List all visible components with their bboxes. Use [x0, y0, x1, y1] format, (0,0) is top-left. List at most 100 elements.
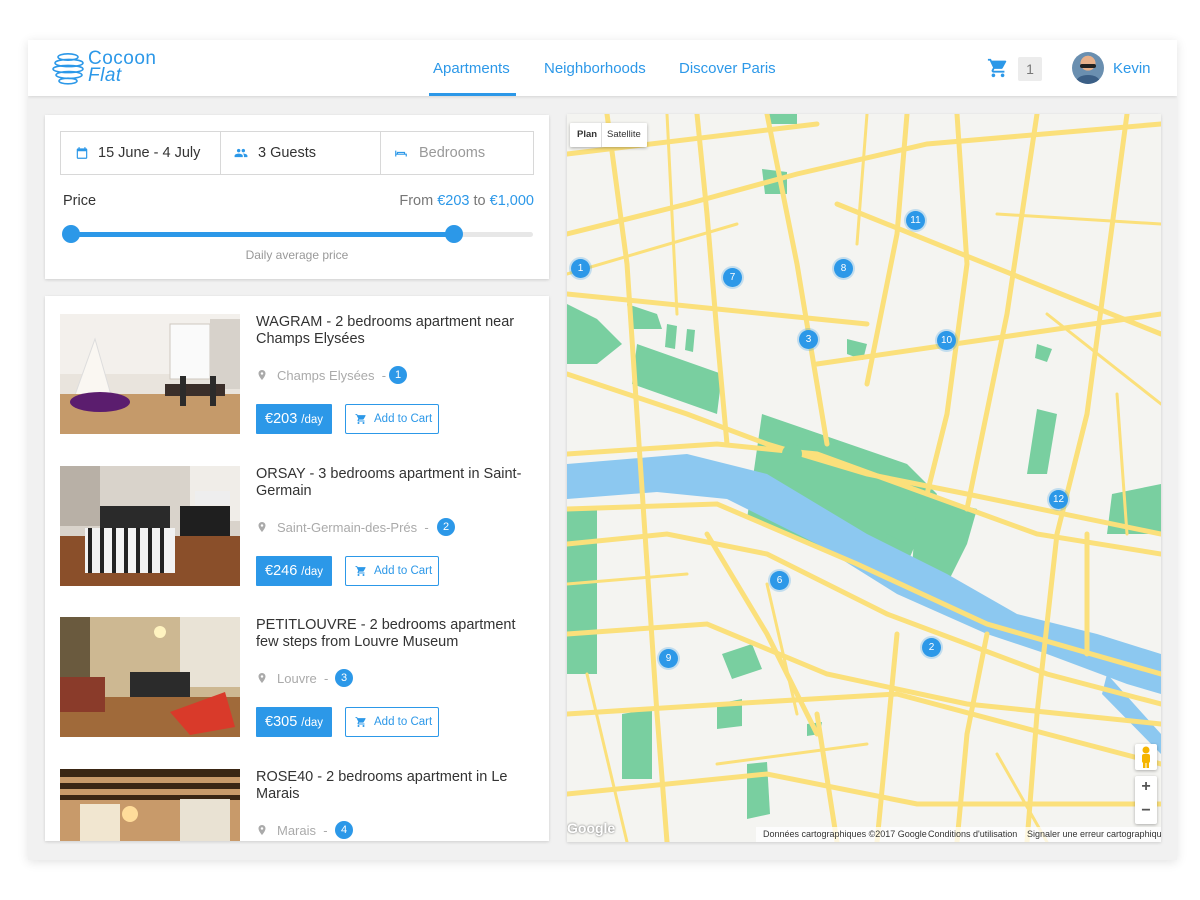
add-to-cart-label: Add to Cart	[374, 565, 433, 577]
map-marker-badge[interactable]: 2	[437, 518, 455, 536]
cart-icon	[355, 717, 366, 727]
price-unit: /day	[301, 414, 324, 426]
nav-neighborhoods[interactable]: Neighborhoods	[544, 40, 646, 96]
location-text: Saint-Germain-des-Prés	[277, 520, 418, 535]
location-pin-icon	[258, 522, 266, 532]
price-badge: €203 /day	[256, 404, 333, 434]
map-view[interactable]: Plan Satellite 1 2 3 6 7 8 9 10 11 12 + …	[567, 114, 1161, 842]
logo-line-2: Flat	[88, 65, 122, 86]
listing-title[interactable]: WAGRAM - 2 bedrooms apartment near Champ…	[256, 314, 540, 348]
map-marker-3[interactable]: 3	[799, 330, 818, 349]
map-type-plan[interactable]: Plan	[577, 123, 597, 147]
map-marker-12[interactable]: 12	[1049, 490, 1068, 509]
location-separator: -	[323, 823, 328, 838]
apartment-photo[interactable]	[60, 466, 240, 586]
price-value: €305	[265, 714, 298, 730]
cart-count-badge[interactable]: 1	[1018, 57, 1042, 81]
map-marker-9[interactable]: 9	[659, 649, 678, 668]
price-from-word: From	[399, 193, 434, 209]
add-to-cart-button[interactable]: Add to Cart	[345, 404, 439, 434]
zoom-in-button[interactable]: +	[1135, 778, 1157, 796]
list-item[interactable]: WAGRAM - 2 bedrooms apartment near Champ…	[60, 314, 540, 444]
location-separator: -	[381, 368, 387, 383]
location-name: Louvre -	[277, 671, 328, 686]
map-marker-1[interactable]: 1	[571, 259, 590, 278]
add-to-cart-label: Add to Cart	[374, 716, 433, 728]
street-view-pegman[interactable]	[1135, 744, 1157, 770]
slider-caption: Daily average price	[245, 248, 349, 262]
map-terms-link[interactable]: Conditions d'utilisation	[928, 829, 1017, 839]
list-item[interactable]: ROSE40 - 2 bedrooms apartment in Le Mara…	[60, 769, 540, 841]
map-marker-10[interactable]: 10	[937, 331, 956, 350]
cart-icon	[355, 414, 366, 424]
map-marker-badge[interactable]: 1	[389, 366, 407, 384]
price-max-value: €1,000	[489, 193, 534, 209]
nav-apartments[interactable]: Apartments	[429, 40, 516, 96]
zoom-controls: + −	[1135, 776, 1157, 824]
top-navbar: Cocoon Flat Apartments Neighborhoods Dis…	[28, 40, 1177, 96]
cart-icon	[355, 566, 366, 576]
price-unit: /day	[301, 566, 324, 578]
map-canvas[interactable]	[567, 114, 1161, 842]
map-marker-7[interactable]: 7	[723, 268, 742, 287]
apartment-photo[interactable]	[60, 617, 240, 737]
list-item[interactable]: PETITLOUVRE - 2 bedrooms apartment few s…	[60, 617, 540, 747]
price-range-text: From €203 to €1,000	[399, 193, 534, 209]
guests-field[interactable]: 3 Guests	[258, 132, 316, 174]
pegman-icon	[1142, 746, 1150, 768]
filter-divider	[380, 132, 381, 174]
location-pin-icon	[258, 825, 266, 835]
map-marker-8[interactable]: 8	[834, 259, 853, 278]
map-type-satellite[interactable]: Satellite	[607, 123, 641, 147]
map-marker-badge[interactable]: 4	[335, 821, 353, 839]
location-name: Saint-Germain-des-Prés -	[277, 520, 429, 535]
map-marker-6[interactable]: 6	[770, 571, 789, 590]
nav-discover-paris[interactable]: Discover Paris	[679, 40, 776, 96]
location-name: Marais -	[277, 823, 328, 838]
price-slider-fill	[69, 232, 455, 237]
app-window: Cocoon Flat Apartments Neighborhoods Dis…	[28, 40, 1177, 860]
price-slider-min-handle[interactable]	[62, 225, 80, 243]
listings-list: WAGRAM - 2 bedrooms apartment near Champ…	[45, 296, 549, 841]
add-to-cart-button[interactable]: Add to Cart	[345, 556, 439, 586]
listing-title[interactable]: ROSE40 - 2 bedrooms apartment in Le Mara…	[256, 769, 540, 803]
bed-icon	[395, 150, 407, 157]
location-pin-icon	[258, 673, 266, 683]
map-data-credit: Données cartographiques ©2017 Google	[763, 829, 927, 839]
cocoon-logo-icon	[52, 52, 84, 85]
zoom-out-button[interactable]: −	[1135, 802, 1157, 820]
search-filters-card: 15 June - 4 July 3 Guests Bedrooms Price…	[45, 115, 549, 279]
people-icon	[234, 148, 248, 158]
price-value: €203	[265, 411, 298, 427]
apartment-photo[interactable]	[60, 769, 240, 841]
price-badge: €246 /day	[256, 556, 333, 586]
calendar-icon	[76, 147, 88, 159]
map-type-divider	[601, 123, 602, 147]
filter-divider	[220, 132, 221, 174]
shopping-cart-icon[interactable]	[987, 57, 1009, 79]
map-footer: Données cartographiques ©2017 Google Con…	[756, 827, 1161, 842]
price-min-value: €203	[437, 193, 470, 209]
location-text: Louvre	[277, 671, 317, 686]
list-item[interactable]: ORSAY - 3 bedrooms apartment in Saint-Ge…	[60, 466, 540, 596]
price-slider-max-handle[interactable]	[445, 225, 464, 243]
listing-title[interactable]: ORSAY - 3 bedrooms apartment in Saint-Ge…	[256, 466, 540, 500]
logo[interactable]: Cocoon Flat	[52, 49, 172, 86]
map-report-link[interactable]: Signaler une erreur cartographique	[1027, 829, 1161, 839]
price-unit: /day	[301, 717, 324, 729]
apartment-photo[interactable]	[60, 314, 240, 434]
dates-field[interactable]: 15 June - 4 July	[98, 132, 200, 174]
location-separator: -	[424, 520, 429, 535]
user-avatar[interactable]	[1072, 52, 1104, 84]
map-marker-badge[interactable]: 3	[335, 669, 353, 687]
listing-title[interactable]: PETITLOUVRE - 2 bedrooms apartment few s…	[256, 617, 540, 651]
bedrooms-field[interactable]: Bedrooms	[419, 132, 485, 174]
price-value: €246	[265, 563, 298, 579]
location-text: Champs Elysées	[277, 368, 375, 383]
add-to-cart-label: Add to Cart	[374, 413, 433, 425]
add-to-cart-button[interactable]: Add to Cart	[345, 707, 439, 737]
user-name[interactable]: Kevin	[1113, 60, 1151, 77]
map-marker-2[interactable]: 2	[922, 638, 941, 657]
map-marker-11[interactable]: 11	[906, 211, 925, 230]
location-name: Champs Elysées -	[277, 368, 386, 383]
